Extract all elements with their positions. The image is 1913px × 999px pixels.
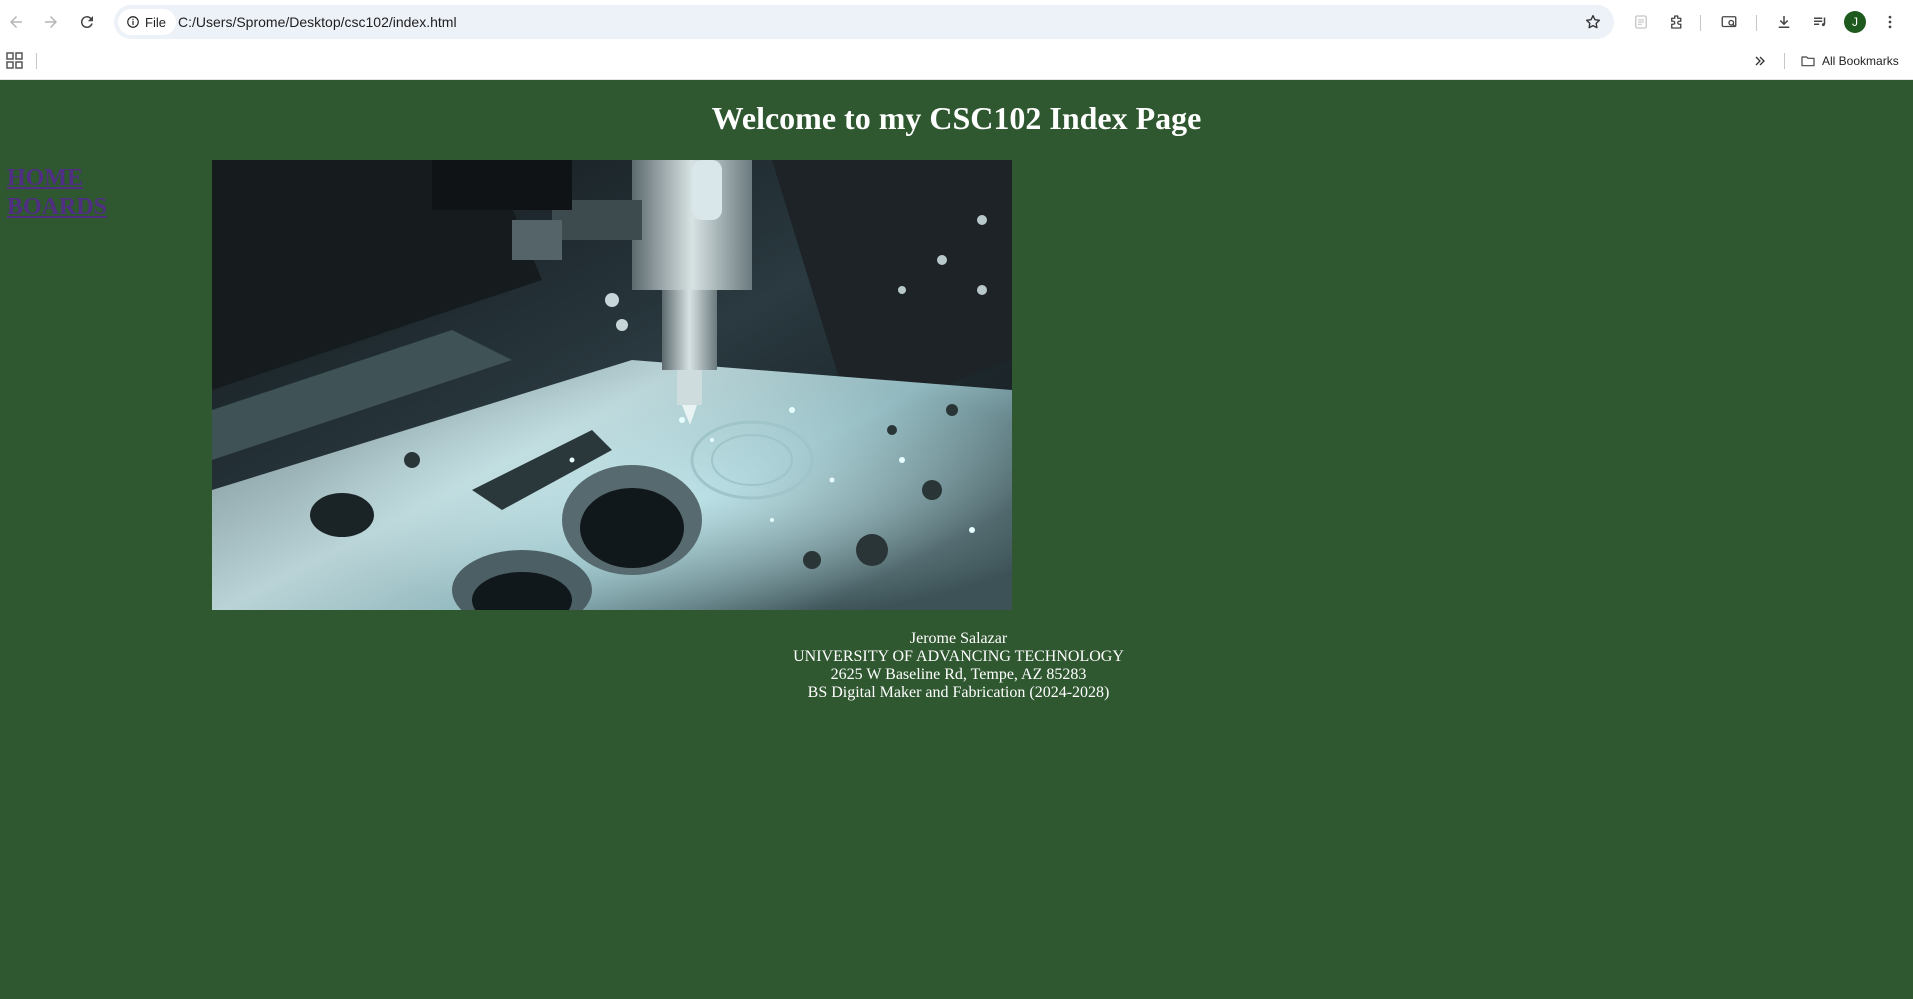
bookmarks-overflow-button[interactable] xyxy=(1750,51,1770,71)
chevron-double-right-icon xyxy=(1755,56,1765,66)
more-menu-button[interactable] xyxy=(1877,9,1903,35)
media-cast-icon xyxy=(1721,16,1737,28)
media-controls-button[interactable] xyxy=(1807,9,1833,35)
bookmark-star-button[interactable] xyxy=(1582,11,1604,33)
extensions-button[interactable] xyxy=(1664,9,1690,35)
back-button[interactable] xyxy=(2,8,30,36)
download-icon xyxy=(1778,16,1790,28)
nav-link-boards[interactable]: BOARDS xyxy=(7,193,107,222)
page-viewport: Welcome to my CSC102 Index Page HOME BOA… xyxy=(0,80,1913,999)
footer-school: UNIVERSITY OF ADVANCING TECHNOLOGY xyxy=(793,648,1124,665)
reading-mode-icon xyxy=(1635,15,1647,29)
url-text[interactable]: C:/Users/Sprome/Desktop/csc102/index.htm… xyxy=(178,5,457,39)
info-icon xyxy=(127,16,139,28)
folder-icon xyxy=(1801,56,1815,67)
apps-icon[interactable] xyxy=(6,52,24,70)
toolbar-divider xyxy=(1700,15,1701,31)
page-title: Welcome to my CSC102 Index Page xyxy=(711,100,1202,136)
more-menu-icon xyxy=(1888,15,1892,29)
all-bookmarks-button[interactable]: All Bookmarks xyxy=(1800,50,1899,72)
footer-address: 2625 W Baseline Rd, Tempe, AZ 85283 xyxy=(830,666,1087,683)
site-info-chip[interactable]: File xyxy=(118,9,176,35)
all-bookmarks-label: All Bookmarks xyxy=(1822,54,1899,68)
side-navigation: HOME BOARDS xyxy=(7,164,107,222)
footer-degree: BS Digital Maker and Fabrication (2024-2… xyxy=(807,684,1110,701)
bookmarks-divider xyxy=(1784,53,1785,69)
forward-button[interactable] xyxy=(37,8,65,36)
extensions-icon xyxy=(1671,15,1682,29)
footer-name: Jerome Salazar xyxy=(909,630,1008,647)
bookmarks-divider xyxy=(36,53,37,69)
back-arrow-icon xyxy=(10,16,22,28)
browser-toolbar: File C:/Users/Sprome/Desktop/csc102/inde… xyxy=(0,0,1913,44)
reload-icon xyxy=(80,16,93,29)
nav-link-home[interactable]: HOME xyxy=(7,164,107,193)
file-chip-label: File xyxy=(145,14,166,30)
media-controls-icon xyxy=(1814,17,1826,27)
reading-mode-button[interactable] xyxy=(1628,9,1654,35)
star-icon xyxy=(1585,14,1601,29)
address-bar[interactable]: File C:/Users/Sprome/Desktop/csc102/inde… xyxy=(114,5,1614,39)
forward-arrow-icon xyxy=(45,16,57,28)
profile-avatar[interactable]: J xyxy=(1844,11,1866,33)
cast-button[interactable] xyxy=(1716,9,1742,35)
cnc-machine-photo xyxy=(212,160,1012,610)
downloads-button[interactable] xyxy=(1771,9,1797,35)
reload-button[interactable] xyxy=(73,8,101,36)
bookmarks-bar: All Bookmarks xyxy=(0,44,1913,80)
toolbar-divider xyxy=(1756,15,1757,31)
page-footer: Jerome Salazar UNIVERSITY OF ADVANCING T… xyxy=(0,630,1913,702)
